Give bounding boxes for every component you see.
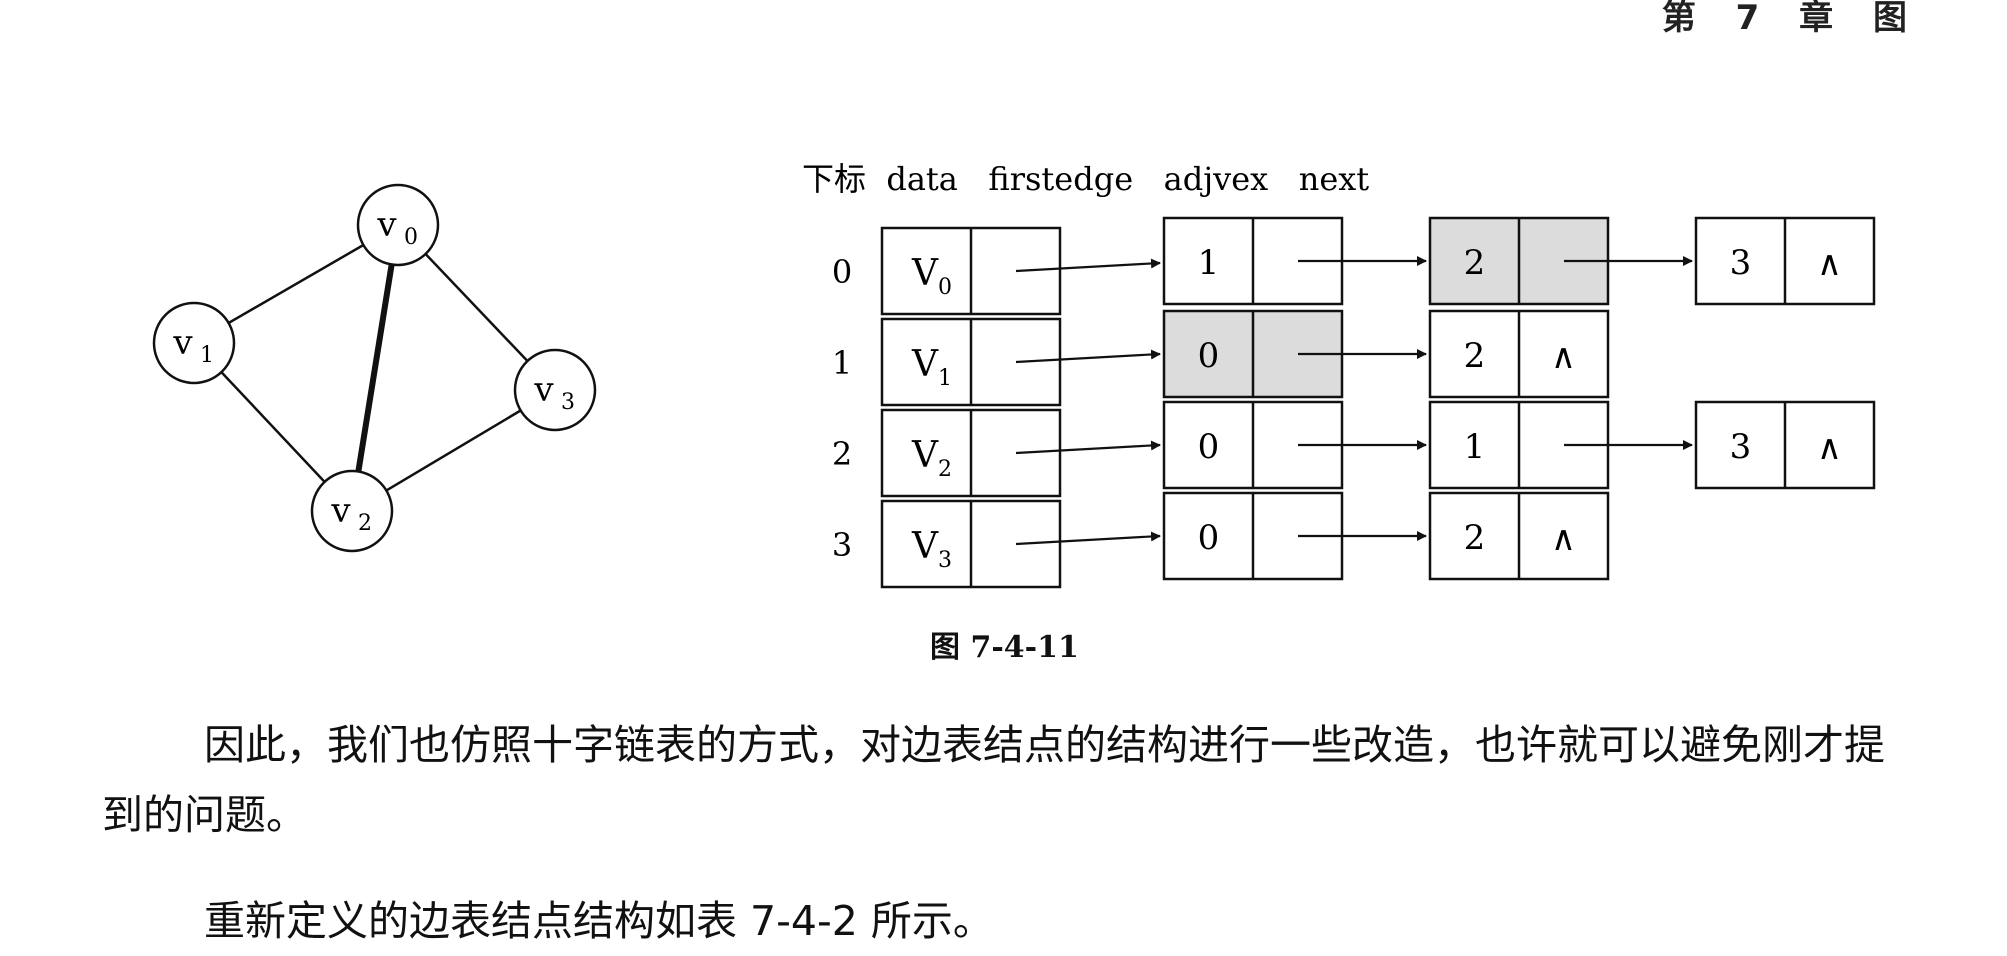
adjvex-value: 2 [1464, 243, 1486, 283]
vertex-data: V [911, 344, 939, 385]
edge-v0-v2-bold [349, 224, 401, 512]
adjvex-value: 2 [1464, 336, 1486, 376]
null-pointer: ∧ [1817, 244, 1842, 284]
table-column-header: 下标 data firstedge adjvex next [802, 160, 1369, 198]
adjvex-value: 1 [1198, 243, 1220, 283]
vertex-v0: v 0 [356, 183, 440, 267]
row-index: 2 [832, 435, 852, 473]
vertex-data: V [911, 526, 939, 567]
vertex-data-sub: 0 [938, 275, 952, 300]
edge-node: 1 [1162, 216, 1427, 306]
svg-text:3: 3 [561, 390, 575, 415]
vertex-v3: v 3 [513, 348, 597, 432]
svg-text:0: 0 [404, 225, 418, 250]
vertex-row-2: 2V2 [832, 408, 1161, 498]
vertex-data: V [911, 435, 939, 476]
adjvex-value: 2 [1464, 518, 1486, 558]
adjvex-value: 0 [1198, 336, 1220, 376]
row-index: 3 [832, 526, 852, 564]
figure-caption: 图 7-4-11 [930, 630, 1079, 665]
edge-node: 2 ∧ [1428, 309, 1610, 399]
row-index: 0 [832, 253, 852, 291]
adjvex-value: 1 [1464, 427, 1486, 467]
body-paragraph: 因此，我们也仿照十字链表的方式，对边表结点的结构进行一些改造，也许就可以避免刚才… [102, 721, 1885, 839]
svg-text:v: v [533, 370, 554, 410]
edge-node: 3 ∧ [1694, 216, 1876, 306]
svg-text:v: v [330, 491, 351, 531]
svg-text:v: v [376, 205, 397, 245]
vertex-data: V [911, 253, 939, 294]
vertex-row-0: 0V0 [832, 226, 1161, 316]
adjvex-value: 3 [1730, 427, 1752, 467]
edge-node: 0 [1162, 491, 1427, 581]
adjvex-value: 0 [1198, 427, 1220, 467]
vertex-data-sub: 3 [938, 548, 952, 573]
adjvex-value: 0 [1198, 518, 1220, 558]
undirected-graph: v 0 v 1 v 2 v 3 [152, 183, 597, 553]
edge-lists: 1 2 3 ∧0 2 ∧0 1 3 ∧0 2 ∧ [1162, 216, 1876, 581]
edge-node: 3 ∧ [1694, 400, 1876, 490]
vertex-data-sub: 2 [938, 457, 952, 482]
figure-7-4-11: v 0 v 1 v 2 v 3 下标 data firstedge adjvex… [152, 160, 1876, 589]
svg-text:1: 1 [200, 343, 214, 368]
vertex-row-1: 1V1 [832, 317, 1161, 407]
vertex-table: 0 V 01 V 12 V 23 V 3 [832, 226, 1161, 589]
edge-node: 1 [1428, 400, 1693, 490]
edge-node: 2 ∧ [1428, 491, 1610, 581]
vertex-v1: v 1 [152, 301, 236, 385]
vertex-row-3: 3V3 [832, 499, 1161, 589]
adjvex-value: 3 [1730, 243, 1752, 283]
null-pointer: ∧ [1551, 337, 1576, 377]
edge-node: 2 [1428, 216, 1693, 306]
svg-text:2: 2 [358, 511, 372, 536]
vertex-v2: v 2 [310, 469, 394, 553]
edge-node: 0 [1162, 309, 1427, 399]
row-index: 1 [832, 344, 852, 382]
vertex-data-sub: 1 [938, 366, 952, 391]
next-paragraph: 重新定义的边表结点结构如表 7-4-2 所示。 [204, 897, 994, 945]
svg-text:v: v [172, 323, 193, 363]
null-pointer: ∧ [1817, 428, 1842, 468]
null-pointer: ∧ [1551, 519, 1576, 559]
edge-node: 0 [1162, 400, 1427, 490]
